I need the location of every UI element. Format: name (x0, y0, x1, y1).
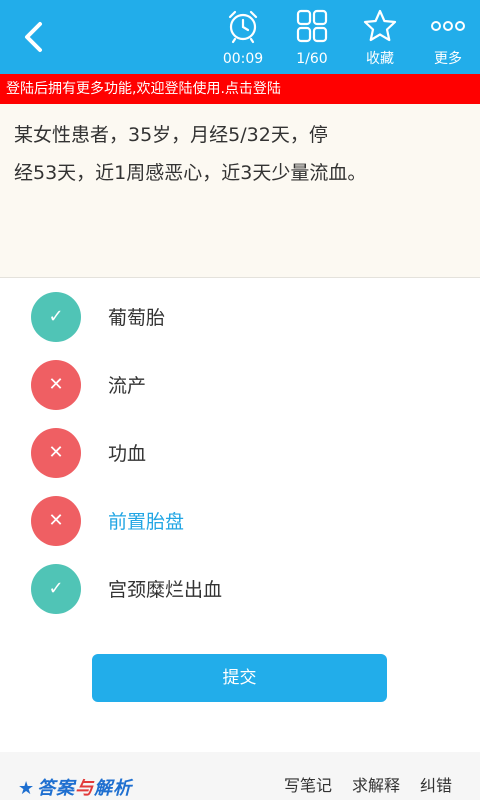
favorite-button[interactable]: 收藏 (345, 0, 415, 74)
alarm-clock-icon (228, 10, 258, 44)
question-stem: 某女性患者，35岁，月经5/32天，停 经53天，近1周感恶心，近3天少量流血。 (0, 104, 480, 278)
question-line-1: 某女性患者，35岁，月经5/32天，停 (14, 124, 328, 146)
wrong-cross-icon: ✕ (31, 360, 81, 410)
bottom-bar: ★ 答案与解析 写笔记 求解释 纠错 (0, 752, 480, 800)
timer-button[interactable]: 00:09 (208, 0, 278, 74)
option-label: 宫颈糜烂出血 (108, 579, 223, 601)
option-d[interactable]: ✕ 前置胎盘 (0, 488, 480, 556)
wrong-cross-icon: ✕ (31, 496, 81, 546)
correct-check-icon: ✓ (31, 564, 81, 614)
answer-analysis-logo: ★ 答案与解析 (18, 774, 132, 800)
favorite-label: 收藏 (366, 51, 394, 67)
back-button[interactable] (8, 12, 58, 62)
logo-mid: 与 (75, 778, 95, 799)
wrong-cross-icon: ✕ (31, 428, 81, 478)
chevron-left-icon (25, 22, 42, 52)
report-error-link[interactable]: 纠错 (420, 772, 452, 796)
progress-label: 1/60 (296, 51, 328, 67)
grid-icon (296, 9, 328, 43)
option-c[interactable]: ✕ 功血 (0, 420, 480, 488)
star-icon (363, 9, 397, 42)
top-toolbar: 00:09 1/60 收藏 更多 (0, 0, 480, 74)
more-label: 更多 (434, 51, 462, 67)
option-b[interactable]: ✕ 流产 (0, 352, 480, 420)
more-dots-icon (431, 21, 465, 31)
option-e[interactable]: ✓ 宫颈糜烂出血 (0, 556, 480, 624)
logo-part-1: 答案 (37, 778, 76, 799)
login-notice-banner[interactable]: 登陆后拥有更多功能,欢迎登陆使用.点击登陆 (0, 74, 480, 104)
option-label: 流产 (108, 375, 147, 397)
question-line-2: 经53天，近1周感恶心，近3天少量流血。 (14, 162, 367, 184)
more-button[interactable]: 更多 (413, 0, 480, 74)
correct-check-icon: ✓ (31, 292, 81, 342)
question-progress-button[interactable]: 1/60 (277, 0, 347, 74)
option-a[interactable]: ✓ 葡萄胎 (0, 284, 480, 352)
ask-explanation-link[interactable]: 求解释 (352, 772, 400, 796)
option-label: 功血 (108, 443, 147, 465)
logo-part-2: 解析 (94, 778, 133, 799)
logo-star-icon: ★ (18, 778, 36, 799)
write-note-link[interactable]: 写笔记 (284, 772, 332, 796)
submit-button[interactable]: 提交 (92, 654, 387, 702)
option-label: 葡萄胎 (108, 307, 166, 329)
option-label: 前置胎盘 (108, 511, 185, 533)
timer-label: 00:09 (222, 51, 264, 67)
